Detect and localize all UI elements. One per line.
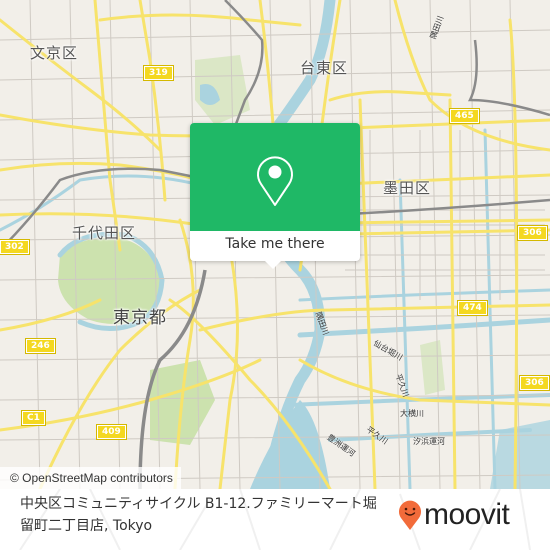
river-label: 汐浜運河 — [413, 437, 445, 446]
popup-pointer — [265, 261, 281, 269]
district-label-bunkyo: 文京区 — [30, 44, 79, 62]
route-shield: 302 — [0, 239, 30, 255]
canal-1 — [297, 317, 550, 338]
moovit-wordmark: moovit — [424, 498, 510, 531]
canal-5 — [298, 288, 550, 302]
footer: 中央区コミュニティサイクル B1-12.ファミリーマート堀留町二丁目店, Tok… — [0, 489, 550, 550]
take-me-there-button[interactable]: Take me there — [190, 231, 360, 261]
district-label-sumida: 墨田区 — [383, 179, 432, 197]
route-shield: 306 — [519, 375, 550, 391]
route-shield: 409 — [96, 424, 127, 440]
popup-header[interactable] — [190, 123, 360, 231]
rail-east — [467, 39, 550, 117]
canal-3 — [398, 178, 412, 489]
route-shield: 246 — [25, 338, 56, 354]
map-pin-icon — [257, 156, 293, 206]
route-shield: C1 — [21, 410, 46, 426]
park-kiba — [420, 340, 445, 395]
moovit-logo[interactable]: moovit — [398, 495, 510, 535]
river-label: 大横川 — [400, 409, 424, 418]
map-view[interactable]: 文京区 台東区 墨田区 千代田区 東京都 319 465 306 302 474… — [0, 0, 550, 489]
location-popup: Take me there — [190, 123, 360, 269]
route-shield: 465 — [449, 108, 480, 124]
map-attribution[interactable]: © OpenStreetMap contributors — [0, 467, 181, 489]
moovit-pin-icon — [399, 500, 421, 530]
route-shield: 319 — [143, 65, 174, 81]
district-label-chiyoda: 千代田区 — [72, 224, 137, 242]
route-shield: 474 — [457, 300, 488, 316]
place-name: 中央区コミュニティサイクル B1-12.ファミリーマート堀留町二丁目店, Tok… — [20, 496, 377, 534]
district-label-taito: 台東区 — [300, 59, 349, 77]
district-label-tokyo: 東京都 — [113, 308, 167, 328]
route-shield: 306 — [517, 225, 548, 241]
